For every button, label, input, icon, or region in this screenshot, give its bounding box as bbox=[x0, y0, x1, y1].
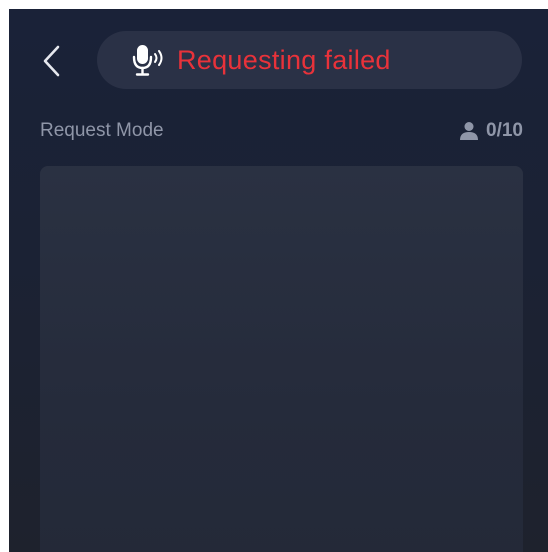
participant-count: 0/10 bbox=[459, 118, 523, 144]
microphone-speaking-icon bbox=[132, 45, 163, 76]
request-panel bbox=[40, 166, 523, 552]
app-screen: Requesting failed Request Mode 0/10 bbox=[9, 9, 548, 552]
back-button[interactable] bbox=[37, 41, 67, 81]
request-mode-label: Request Mode bbox=[40, 120, 164, 141]
status-banner: Requesting failed bbox=[97, 31, 522, 89]
chevron-left-icon bbox=[43, 45, 60, 77]
status-text: Requesting failed bbox=[177, 45, 391, 75]
person-icon bbox=[460, 122, 479, 140]
participant-count-text: 0/10 bbox=[486, 120, 523, 141]
